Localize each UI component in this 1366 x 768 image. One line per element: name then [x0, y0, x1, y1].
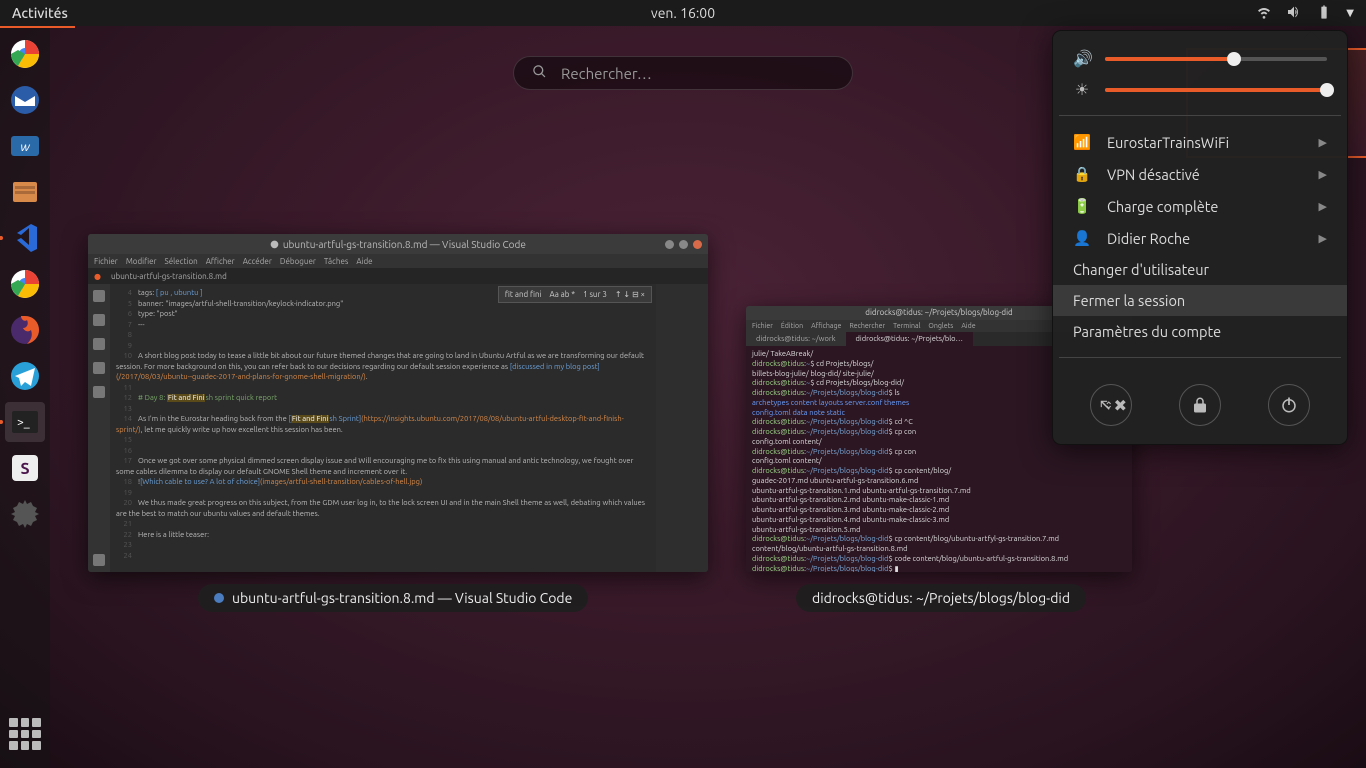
- dock: w >_ S: [0, 26, 50, 768]
- terminal-menu-item[interactable]: Terminal: [893, 322, 920, 330]
- vscode-menu-item[interactable]: Fichier: [94, 257, 118, 266]
- vscode-titlebar: ●ubuntu-artful-gs-transition.8.md — Visu…: [88, 234, 708, 254]
- chevron-right-icon: ▶: [1319, 168, 1327, 181]
- wifi-icon: 📶: [1073, 133, 1091, 151]
- sysmenu-lock[interactable]: 🔒VPN désactivé▶: [1053, 158, 1347, 190]
- show-applications-button[interactable]: [5, 714, 45, 754]
- volume-slider[interactable]: [1105, 57, 1327, 61]
- user-icon: 👤: [1073, 229, 1091, 247]
- battery-icon: [1316, 4, 1332, 23]
- vscode-menu-item[interactable]: Afficher: [206, 257, 235, 266]
- power-row: ✖: [1053, 368, 1347, 428]
- chevron-right-icon: ▶: [1319, 200, 1327, 213]
- vscode-menu-item[interactable]: Aide: [356, 257, 372, 266]
- vscode-tabs[interactable]: ●ubuntu-artful-gs-transition.8.md: [88, 268, 708, 284]
- chevron-down-icon: ▼: [1346, 7, 1354, 19]
- dock-item-settings[interactable]: [5, 494, 45, 534]
- chevron-right-icon: ▶: [1319, 136, 1327, 149]
- sysmenu-battery[interactable]: 🔋Charge complète▶: [1053, 190, 1347, 222]
- window-label-vscode: ubuntu-artful-gs-transition.8.md — Visua…: [198, 584, 588, 612]
- vscode-menu-item[interactable]: Déboguer: [280, 257, 316, 266]
- dock-item-slack[interactable]: S: [5, 448, 45, 488]
- dock-item-thunderbird[interactable]: [5, 80, 45, 120]
- vscode-menu-item[interactable]: Modifier: [126, 257, 157, 266]
- terminal-menu-item[interactable]: Affichage: [811, 322, 841, 330]
- terminal-tab[interactable]: didrocks@tidus: ~/work: [746, 332, 846, 346]
- chevron-right-icon: ▶: [1319, 232, 1327, 245]
- brightness-slider[interactable]: [1105, 88, 1327, 92]
- vscode-menu-item[interactable]: Sélection: [165, 257, 198, 266]
- svg-text:w: w: [20, 141, 30, 154]
- dock-item-chrome[interactable]: [5, 34, 45, 74]
- lock-button[interactable]: [1179, 384, 1221, 426]
- sysmenu-user[interactable]: 👤Didier Roche▶: [1053, 222, 1347, 254]
- svg-text:S: S: [20, 460, 29, 478]
- dock-item-vscode[interactable]: [5, 218, 45, 258]
- status-area[interactable]: ▼: [1256, 4, 1354, 23]
- terminal-menu-item[interactable]: Rechercher: [849, 322, 885, 330]
- search-icon: [532, 64, 547, 83]
- dock-item-chrome2[interactable]: [5, 264, 45, 304]
- volume-slider-row: 🔊: [1053, 43, 1347, 74]
- sysmenu-wifi[interactable]: 📶EurostarTrainsWiFi▶: [1053, 126, 1347, 158]
- top-bar: Activités ven. 16:00 ▼: [0, 0, 1366, 26]
- vscode-menu-item[interactable]: Tâches: [324, 257, 348, 266]
- battery-icon: 🔋: [1073, 197, 1091, 215]
- dock-item-firefox[interactable]: [5, 310, 45, 350]
- vscode-minimap[interactable]: [656, 284, 708, 572]
- svg-text:>_: >_: [17, 416, 30, 429]
- volume-icon: 🔊: [1073, 49, 1091, 68]
- dock-item-webapp[interactable]: w: [5, 126, 45, 166]
- system-menu: 🔊 ☀ 📶EurostarTrainsWiFi▶🔒VPN désactivé▶🔋…: [1052, 30, 1348, 445]
- dock-item-telegram[interactable]: [5, 356, 45, 396]
- sysmenu-user-sub[interactable]: Changer d'utilisateur: [1053, 254, 1347, 285]
- sysmenu-user-sub[interactable]: Fermer la session: [1053, 285, 1347, 316]
- terminal-tab[interactable]: didrocks@tidus: ~/Projets/blo…: [846, 332, 974, 346]
- window-label-terminal: didrocks@tidus: ~/Projets/blogs/blog-did: [796, 584, 1086, 612]
- vscode-icon: [214, 593, 224, 603]
- settings-button[interactable]: ✖: [1090, 384, 1132, 426]
- volume-icon: [1286, 4, 1302, 23]
- power-button[interactable]: [1268, 384, 1310, 426]
- dock-item-files[interactable]: [5, 172, 45, 212]
- activities-button[interactable]: Activités: [12, 5, 68, 21]
- window-preview-vscode[interactable]: ●ubuntu-artful-gs-transition.8.md — Visu…: [88, 234, 708, 572]
- dock-item-terminal[interactable]: >_: [5, 402, 45, 442]
- search-bar[interactable]: [513, 56, 853, 90]
- vscode-find-widget[interactable]: fit and finiAa ab *1 sur 3↑ ↓ ⊟ ×: [498, 286, 652, 303]
- terminal-menu-item[interactable]: Aide: [961, 322, 975, 330]
- terminal-menu-item[interactable]: Édition: [781, 322, 803, 330]
- vscode-activity-bar[interactable]: [88, 284, 110, 572]
- clock[interactable]: ven. 16:00: [651, 5, 715, 21]
- wifi-icon: [1256, 4, 1272, 23]
- vscode-menu-item[interactable]: Accéder: [243, 257, 272, 266]
- separator: [1059, 115, 1341, 116]
- sysmenu-user-sub[interactable]: Paramètres du compte: [1053, 316, 1347, 347]
- brightness-icon: ☀: [1073, 80, 1091, 99]
- separator: [1059, 357, 1341, 358]
- vscode-editor[interactable]: fit and finiAa ab *1 sur 3↑ ↓ ⊟ × 4tags:…: [110, 284, 656, 572]
- terminal-menu-item[interactable]: Fichier: [752, 322, 773, 330]
- search-input[interactable]: [561, 65, 834, 82]
- vscode-menu[interactable]: Fichier Modifier Sélection Afficher Accéder D…: [88, 254, 708, 268]
- brightness-slider-row: ☀: [1053, 74, 1347, 105]
- terminal-menu-item[interactable]: Onglets: [928, 322, 953, 330]
- lock-icon: 🔒: [1073, 165, 1091, 183]
